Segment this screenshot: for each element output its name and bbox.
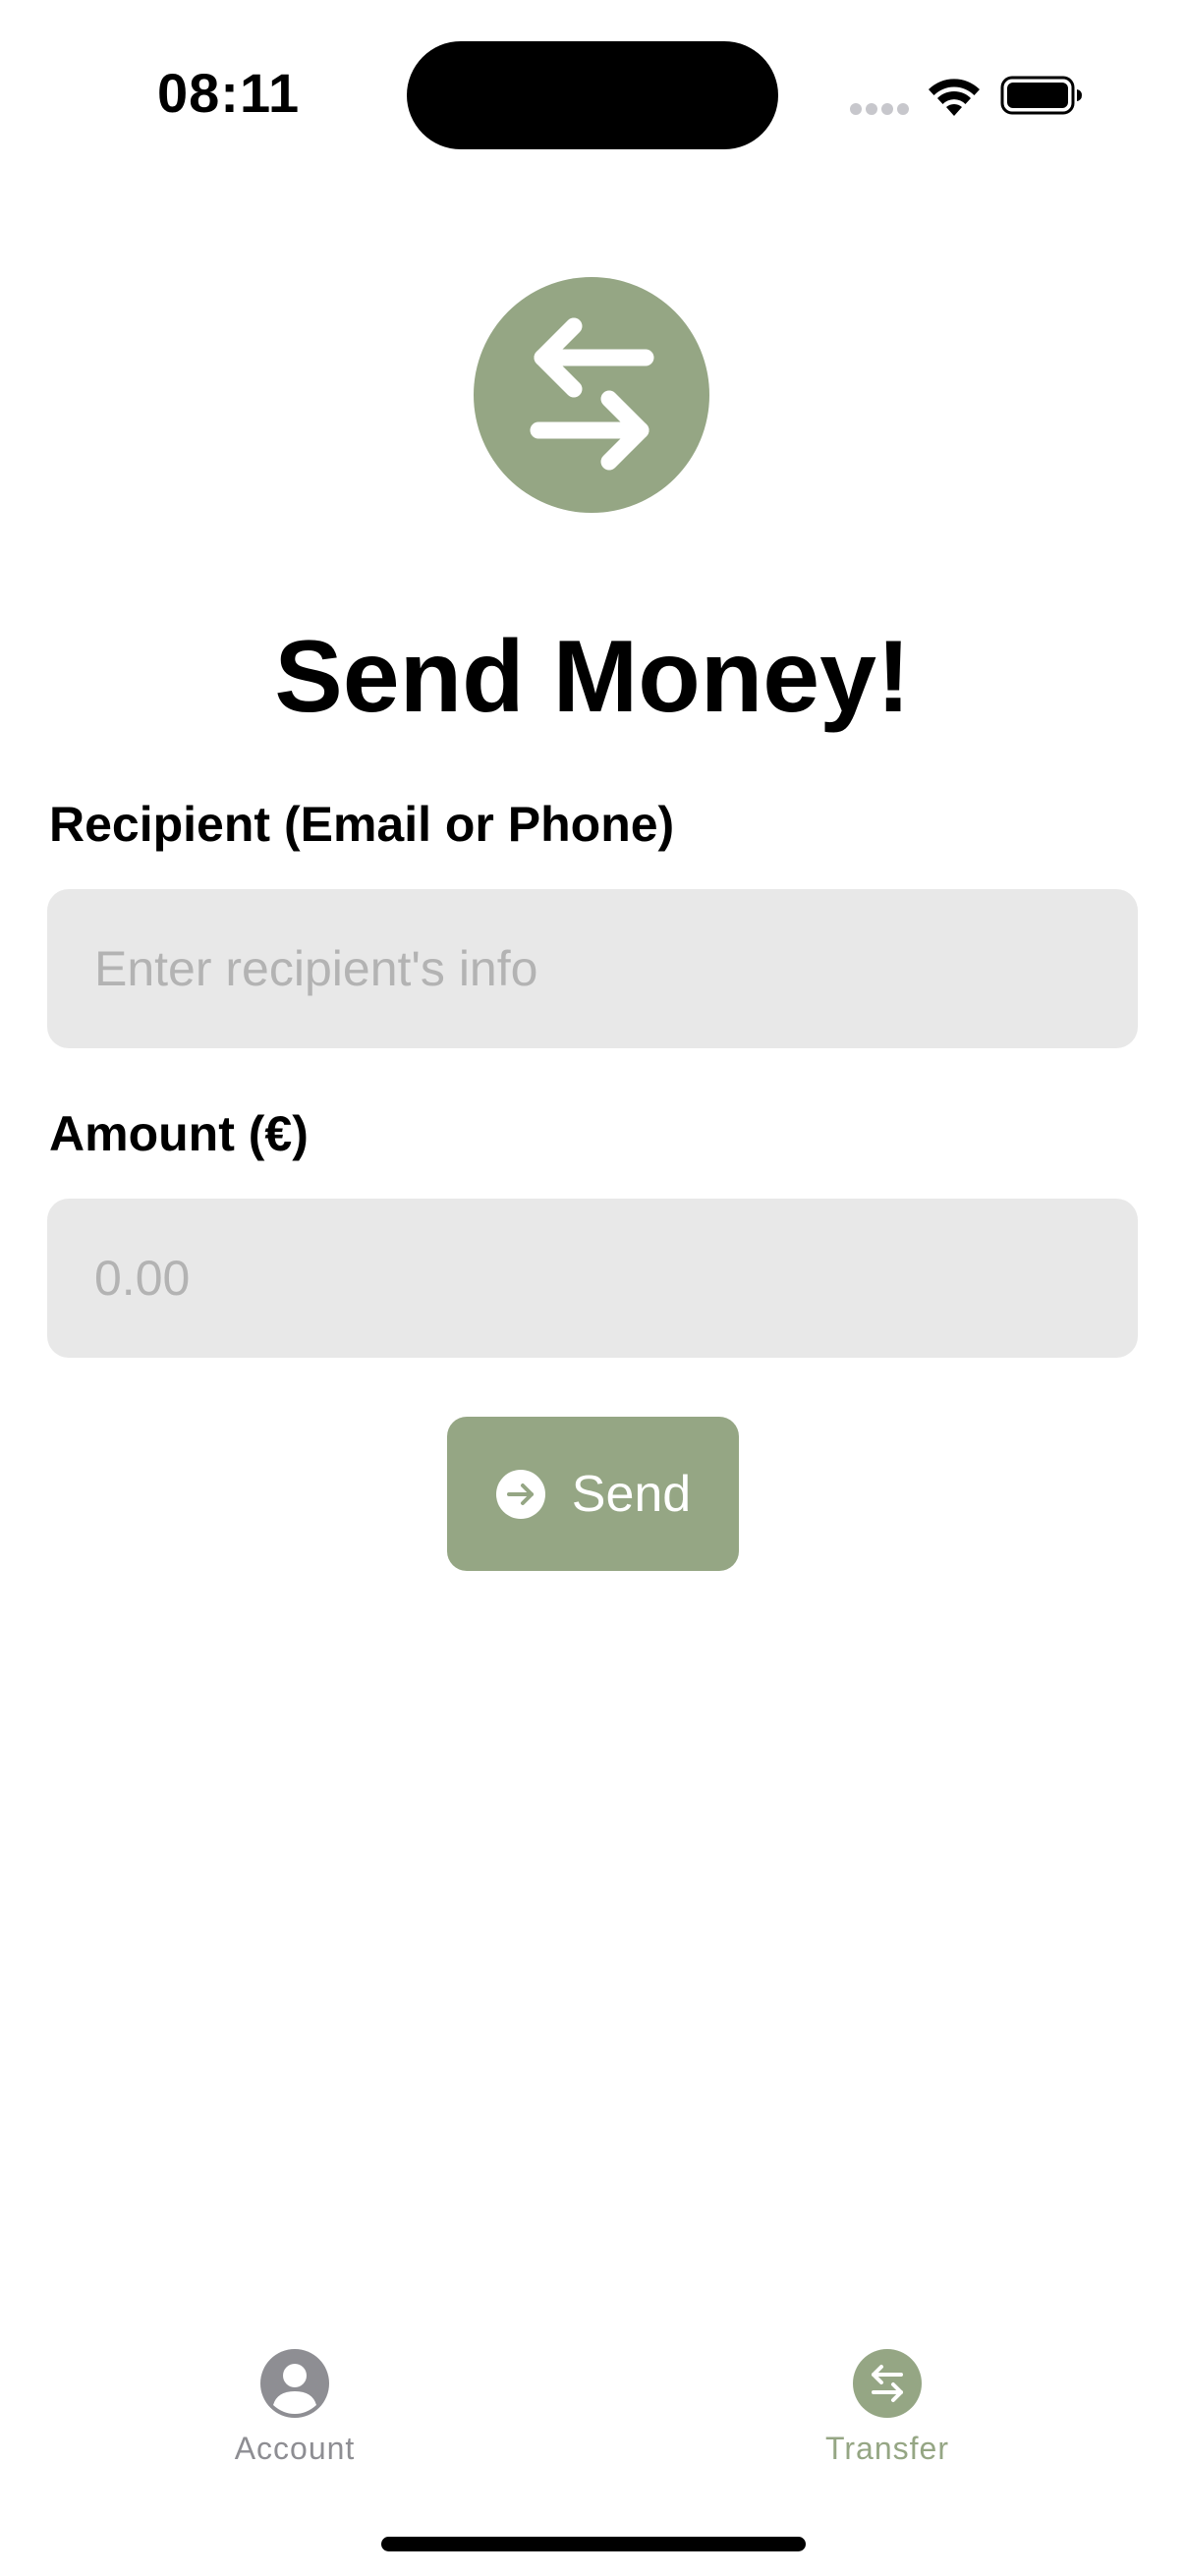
tab-transfer-label: Transfer xyxy=(825,2431,949,2466)
amount-label: Amount (€) xyxy=(49,1106,309,1161)
tab-transfer[interactable]: Transfer xyxy=(740,2348,1035,2486)
wifi-icon xyxy=(929,79,980,116)
transfer-hero-icon xyxy=(474,277,709,513)
person-circle-icon xyxy=(259,2348,330,2419)
tab-account[interactable]: Account xyxy=(147,2348,442,2486)
home-indicator[interactable] xyxy=(381,2537,806,2551)
recipient-label: Recipient (Email or Phone) xyxy=(49,797,675,852)
dynamic-island xyxy=(407,41,778,149)
recipient-input[interactable] xyxy=(47,889,1138,1048)
send-button-label: Send xyxy=(571,1465,692,1523)
tab-account-label: Account xyxy=(234,2431,356,2466)
arrow-right-circle-icon xyxy=(495,1469,546,1520)
send-button[interactable]: Send xyxy=(447,1417,739,1571)
amount-input[interactable] xyxy=(47,1199,1138,1358)
cellular-signal-icon xyxy=(850,103,909,115)
status-time: 08:11 xyxy=(157,62,301,124)
battery-icon xyxy=(1000,76,1082,115)
page-title: Send Money! xyxy=(274,620,911,734)
transfer-arrows-icon xyxy=(852,2348,923,2419)
